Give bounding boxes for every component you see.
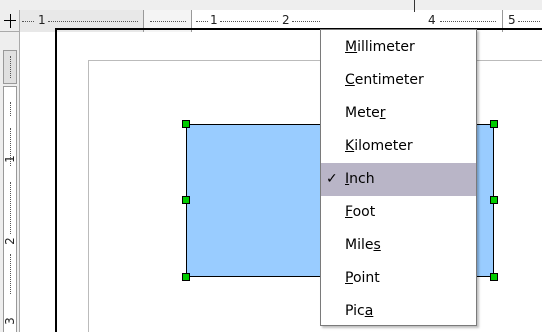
resize-handle-top-left[interactable] [182, 120, 190, 128]
h-ruler-number: 2 [282, 13, 290, 27]
v-ruler-number: 2 [3, 237, 17, 245]
resize-handle-middle-right[interactable] [490, 196, 498, 204]
menu-item-millimeter[interactable]: Millimeter [321, 31, 476, 64]
ruler-position-marker [414, 0, 415, 12]
menu-item-inch[interactable]: ✓ Inch [321, 163, 476, 196]
checkmark-icon: ✓ [326, 171, 338, 187]
menu-item-miles[interactable]: Miles [321, 229, 476, 262]
menu-item-foot[interactable]: Foot [321, 196, 476, 229]
menu-item-meter[interactable]: Meter [321, 97, 476, 130]
menu-item-kilometer[interactable]: Kilometer [321, 130, 476, 163]
vertical-ruler[interactable]: 1 2 3 [0, 32, 20, 332]
h-ruler-number: 5 [508, 13, 516, 27]
menu-item-centimeter[interactable]: Centimeter [321, 64, 476, 97]
resize-handle-bottom-right[interactable] [490, 273, 498, 281]
menu-item-point[interactable]: Point [321, 262, 476, 295]
ruler-origin-icon[interactable] [0, 10, 20, 32]
resize-handle-middle-left[interactable] [182, 196, 190, 204]
h-ruler-number: 1 [38, 13, 46, 27]
h-ruler-number: 4 [428, 13, 436, 27]
menu-item-pica[interactable]: Pica [321, 295, 476, 328]
v-ruler-number: 3 [3, 317, 17, 325]
resize-handle-top-right[interactable] [490, 120, 498, 128]
h-ruler-number: 1 [210, 13, 218, 27]
measurement-unit-menu: Millimeter Centimeter Meter Kilometer ✓ … [320, 29, 477, 326]
resize-handle-bottom-left[interactable] [182, 273, 190, 281]
v-ruler-number: 1 [3, 155, 17, 163]
